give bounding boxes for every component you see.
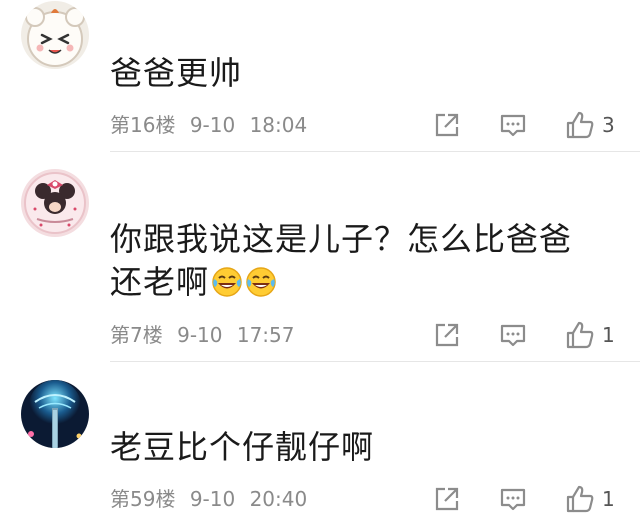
- share-button[interactable]: [434, 320, 460, 350]
- floor-number: 第7楼: [110, 323, 163, 347]
- comment-item: 你跟我说这是儿子？怎么比爸爸 还老啊 第7楼 9-10 17:57 1: [0, 152, 640, 362]
- comment-text: 老豆比个仔靓仔啊: [110, 426, 620, 469]
- comment-time: 20:40: [249, 487, 308, 511]
- night-tower-avatar[interactable]: [21, 380, 89, 448]
- comment-text-line: 还老啊: [110, 263, 210, 301]
- share-button[interactable]: [434, 110, 460, 140]
- like-count: 1: [602, 323, 615, 347]
- comment-text: 你跟我说这是儿子？怎么比爸爸 还老啊: [110, 218, 620, 304]
- share-icon: [434, 112, 460, 138]
- share-icon: [434, 486, 460, 512]
- comment-meta: 第16楼 9-10 18:04: [110, 110, 307, 140]
- like-count: 1: [602, 487, 615, 511]
- comment-item: 老豆比个仔靓仔啊 第59楼 9-10 20:40 1: [0, 362, 640, 521]
- reply-button[interactable]: [500, 484, 526, 514]
- comment-text-line-with-emoji: 还老啊: [110, 261, 620, 304]
- comment-actions: 3: [420, 110, 640, 140]
- comment-item: 爸爸更帅 第16楼 9-10 18:04 3: [0, 0, 640, 152]
- laughing-crying-emoji: [245, 266, 277, 298]
- share-button[interactable]: [434, 484, 460, 514]
- comment-time: 17:57: [236, 323, 295, 347]
- reply-icon: [500, 322, 526, 348]
- comment-date: 9-10: [189, 487, 236, 511]
- minnie-mouse-avatar[interactable]: [21, 169, 89, 237]
- laughing-crying-emoji: [211, 266, 243, 298]
- reply-icon: [500, 486, 526, 512]
- reply-icon: [500, 112, 526, 138]
- thumbs-up-icon: [566, 485, 594, 513]
- comment-date: 9-10: [189, 113, 236, 137]
- thumbs-up-icon: [566, 111, 594, 139]
- comment-time: 18:04: [249, 113, 308, 137]
- reply-button[interactable]: [500, 320, 526, 350]
- share-icon: [434, 322, 460, 348]
- comment-actions: 1: [420, 484, 640, 514]
- floor-number: 第16楼: [110, 113, 176, 137]
- cartoon-face-avatar[interactable]: [21, 1, 89, 69]
- reply-button[interactable]: [500, 110, 526, 140]
- like-button[interactable]: 1: [566, 484, 615, 514]
- comment-text: 爸爸更帅: [110, 52, 620, 95]
- comment-meta: 第59楼 9-10 20:40: [110, 484, 307, 514]
- like-count: 3: [602, 113, 615, 137]
- comment-text-line: 老豆比个仔靓仔啊: [110, 428, 375, 466]
- floor-number: 第59楼: [110, 487, 176, 511]
- comment-text-line: 你跟我说这是儿子？怎么比爸爸: [110, 220, 573, 258]
- like-button[interactable]: 3: [566, 110, 615, 140]
- thumbs-up-icon: [566, 321, 594, 349]
- comment-meta: 第7楼 9-10 17:57: [110, 320, 294, 350]
- comment-actions: 1: [420, 320, 640, 350]
- comment-text-line: 爸爸更帅: [110, 54, 243, 92]
- like-button[interactable]: 1: [566, 320, 615, 350]
- comment-date: 9-10: [177, 323, 223, 347]
